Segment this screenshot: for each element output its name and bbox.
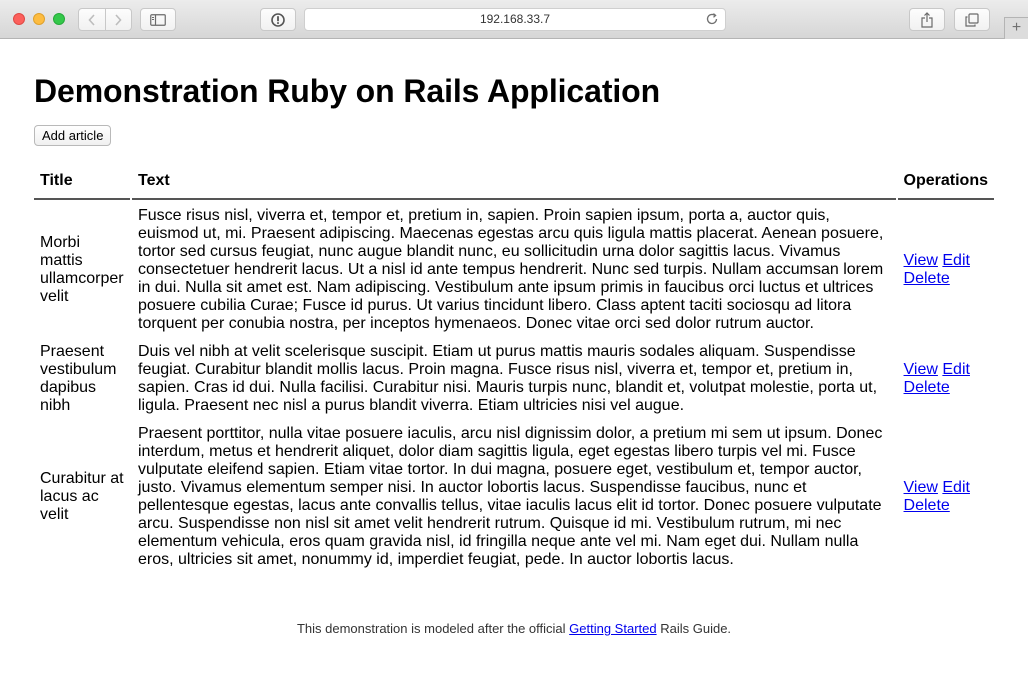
article-text: Duis vel nibh at velit scelerisque susci…: [138, 343, 878, 414]
table-row: Curabitur at lacus ac velit Praesent por…: [34, 420, 994, 572]
article-operations: View Edit Delete: [898, 338, 994, 418]
delete-link[interactable]: Delete: [904, 270, 950, 287]
chevron-left-icon: [88, 13, 95, 26]
browser-toolbar: 192.168.33.7 +: [0, 0, 1028, 39]
view-link[interactable]: View: [904, 252, 938, 269]
header-title: Title: [34, 171, 130, 200]
edit-link[interactable]: Edit: [942, 361, 970, 378]
footer: This demonstration is modeled after the …: [0, 621, 1028, 636]
privacy-report-button[interactable]: [260, 8, 296, 31]
table-row: Morbi mattis ullamcorper velit Fusce ris…: [34, 202, 994, 336]
share-button[interactable]: [909, 8, 945, 31]
sidebar-button[interactable]: [140, 8, 176, 31]
articles-table: Title Text Operations Morbi mattis ullam…: [32, 169, 996, 574]
article-title: Praesent vestibulum dapibus nibh: [40, 343, 117, 414]
header-text: Text: [132, 171, 896, 200]
share-icon: [921, 11, 933, 28]
address-text: 192.168.33.7: [479, 12, 551, 26]
article-title: Morbi mattis ullamcorper velit: [40, 234, 124, 305]
article-text: Praesent porttitor, nulla vitae posuere …: [138, 425, 883, 568]
getting-started-link[interactable]: Getting Started: [569, 621, 656, 636]
article-operations: View Edit Delete: [898, 420, 994, 572]
history-nav: [78, 8, 132, 31]
sidebar-icon: [150, 13, 166, 26]
back-button[interactable]: [78, 8, 106, 31]
reader-icon: [271, 12, 285, 27]
table-header-row: Title Text Operations: [34, 171, 994, 200]
view-link[interactable]: View: [904, 479, 938, 496]
article-operations: View Edit Delete: [898, 202, 994, 336]
plus-icon: +: [1011, 19, 1022, 36]
reload-icon[interactable]: [705, 12, 719, 26]
header-operations: Operations: [897, 171, 994, 200]
tabs-overview-icon: [965, 12, 979, 27]
delete-link[interactable]: Delete: [904, 497, 950, 514]
forward-button[interactable]: [105, 8, 132, 31]
article-title: Curabitur at lacus ac velit: [40, 470, 124, 523]
edit-link[interactable]: Edit: [942, 252, 970, 269]
page-title: Demonstration Ruby on Rails Application: [34, 73, 661, 109]
footer-prefix: This demonstration is modeled after the …: [296, 621, 570, 636]
footer-suffix: Rails Guide.: [656, 621, 732, 636]
close-window-button[interactable]: [13, 13, 25, 25]
new-tab-button[interactable]: +: [1004, 17, 1028, 39]
chevron-right-icon: [115, 13, 122, 26]
address-bar[interactable]: 192.168.33.7: [304, 8, 726, 31]
zoom-window-button[interactable]: [53, 13, 65, 25]
minimize-window-button[interactable]: [33, 13, 45, 25]
tab-overview-button[interactable]: [954, 8, 990, 31]
article-text: Fusce risus nisl, viverra et, tempor et,…: [138, 207, 884, 332]
delete-link[interactable]: Delete: [904, 379, 950, 396]
view-link[interactable]: View: [904, 361, 938, 378]
page-content: Demonstration Ruby on Rails Application …: [0, 72, 1028, 574]
table-row: Praesent vestibulum dapibus nibh Duis ve…: [34, 338, 994, 418]
edit-link[interactable]: Edit: [942, 479, 970, 496]
add-article-button[interactable]: Add article: [34, 125, 112, 146]
